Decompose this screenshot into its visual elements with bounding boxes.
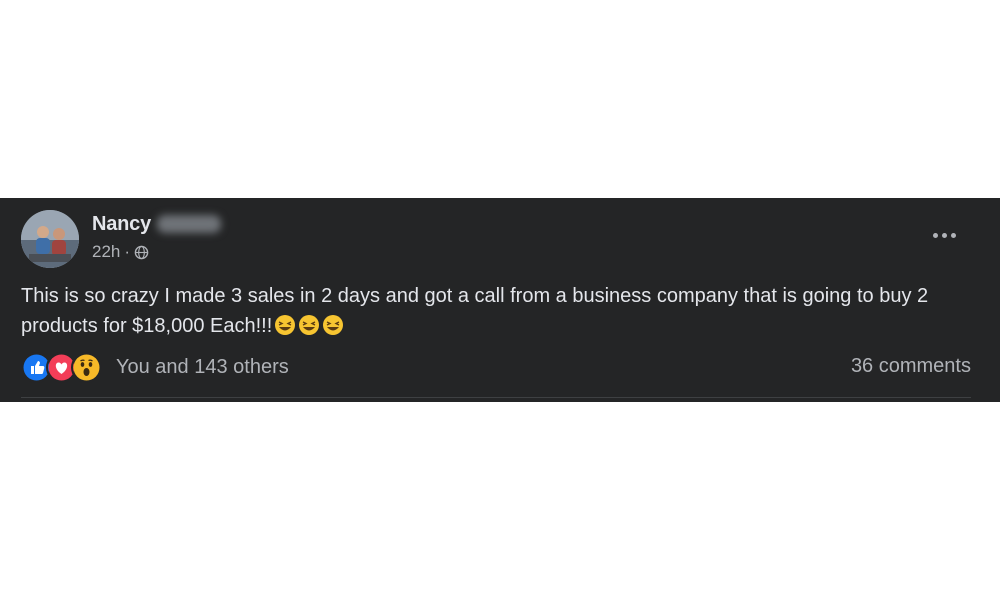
post-divider — [21, 397, 971, 398]
more-dot-icon — [950, 232, 956, 238]
laughing-face-icon — [275, 315, 296, 335]
more-options-button[interactable] — [920, 220, 968, 250]
reactions-summary[interactable]: You and 143 others — [21, 351, 289, 383]
emoji-group — [274, 314, 346, 336]
post-timestamp[interactable]: 22h — [92, 242, 120, 262]
post-body-text: This is so crazy I made 3 sales in 2 day… — [21, 285, 929, 337]
more-dot-icon — [941, 232, 947, 238]
post-body: This is so crazy I made 3 sales in 2 day… — [21, 281, 971, 341]
reaction-summary-text[interactable]: You and 143 others — [116, 356, 289, 379]
author-name[interactable]: Nancy — [92, 213, 151, 236]
laughing-face-icon — [323, 315, 344, 335]
redacted-surname — [157, 215, 222, 233]
meta-separator: · — [124, 242, 131, 261]
post-meta: 22h · — [92, 241, 149, 263]
wow-icon — [71, 351, 102, 383]
post-card: Nancy 22h · This is so crazy I made 3 sa… — [0, 198, 1000, 402]
laughing-face-icon — [299, 315, 320, 335]
more-dot-icon — [932, 232, 938, 238]
reaction-icons — [21, 351, 102, 383]
comments-count-link[interactable]: 36 comments — [851, 355, 971, 378]
author-avatar[interactable] — [21, 210, 79, 268]
globe-icon[interactable] — [134, 245, 149, 260]
